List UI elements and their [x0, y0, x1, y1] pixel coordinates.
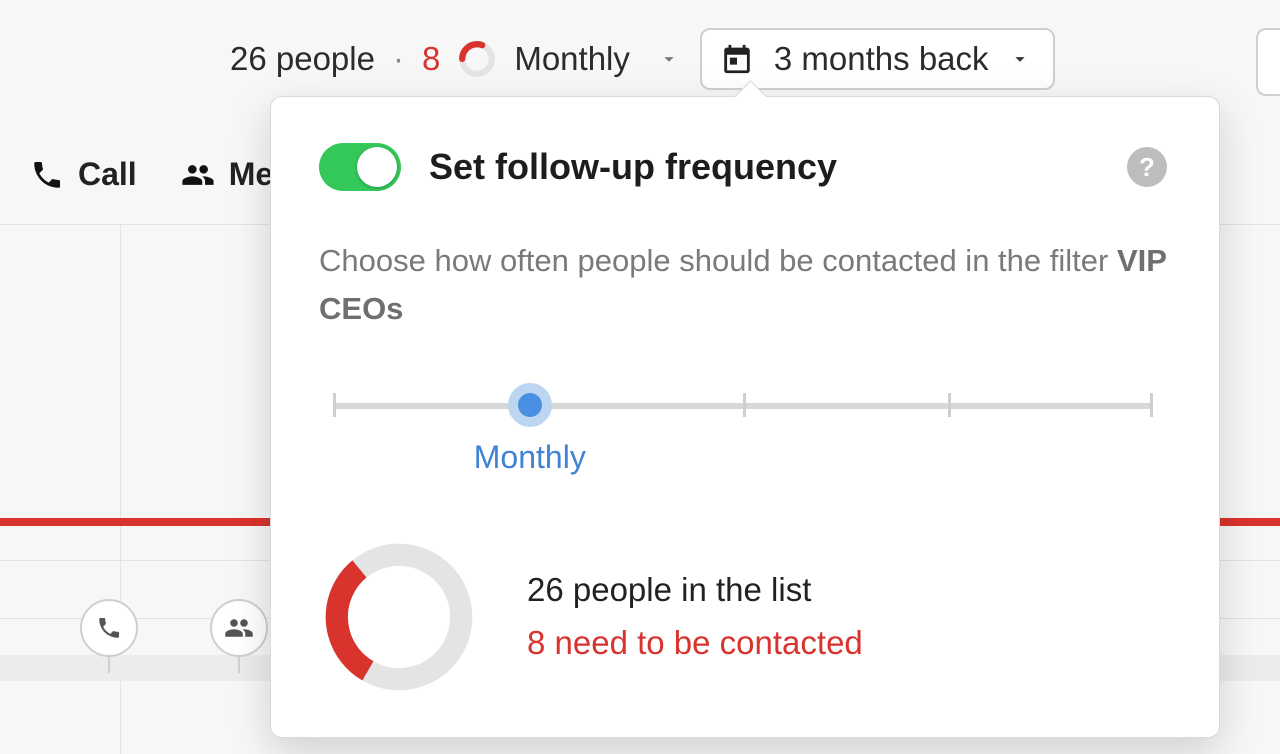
popover-description-text: Choose how often people should be contac…: [319, 243, 1117, 278]
slider-tick: [333, 393, 336, 417]
chevron-down-icon: [1009, 40, 1031, 78]
slider-tick: [743, 393, 746, 417]
people-count-label: 26 people: [230, 40, 375, 78]
phone-icon: [96, 615, 122, 641]
log-meeting-button[interactable]: Me: [181, 156, 273, 193]
slider-tick: [1150, 393, 1153, 417]
chevron-down-icon: [658, 48, 680, 70]
adjacent-dropdown-edge[interactable]: [1256, 28, 1280, 96]
timeline-event-call[interactable]: [80, 599, 138, 657]
frequency-current-label: Monthly: [514, 40, 630, 78]
slider-handle[interactable]: [508, 383, 552, 427]
people-icon: [224, 613, 254, 643]
popover-description: Choose how often people should be contac…: [319, 237, 1167, 333]
people-icon: [181, 158, 215, 192]
phone-icon: [30, 158, 64, 192]
stats-donut-icon: [319, 537, 479, 697]
log-call-button[interactable]: Call: [30, 156, 137, 193]
stats-total-line: 26 people in the list: [527, 564, 863, 617]
frequency-dropdown-trigger[interactable]: 26 people · 8 Monthly: [230, 40, 680, 78]
need-contact-count: 8: [422, 40, 440, 78]
time-range-dropdown[interactable]: 3 months back: [700, 28, 1055, 90]
followup-frequency-popover: Set follow-up frequency ? Choose how oft…: [270, 96, 1220, 738]
time-range-label: 3 months back: [774, 40, 989, 78]
slider-tick: [948, 393, 951, 417]
log-call-label: Call: [78, 156, 137, 193]
stats-need-line: 8 need to be contacted: [527, 617, 863, 670]
calendar-icon: [720, 42, 754, 76]
help-icon[interactable]: ?: [1127, 147, 1167, 187]
need-contact-donut-icon: [458, 40, 496, 78]
toggle-knob: [357, 147, 397, 187]
followup-toggle[interactable]: [319, 143, 401, 191]
separator-dot: ·: [393, 40, 404, 78]
timeline-event-meeting[interactable]: [210, 599, 268, 657]
popover-title: Set follow-up frequency: [429, 146, 1099, 188]
frequency-slider[interactable]: Monthly: [319, 387, 1167, 427]
slider-selected-label: Monthly: [474, 439, 586, 476]
log-meeting-label: Me: [229, 156, 273, 193]
